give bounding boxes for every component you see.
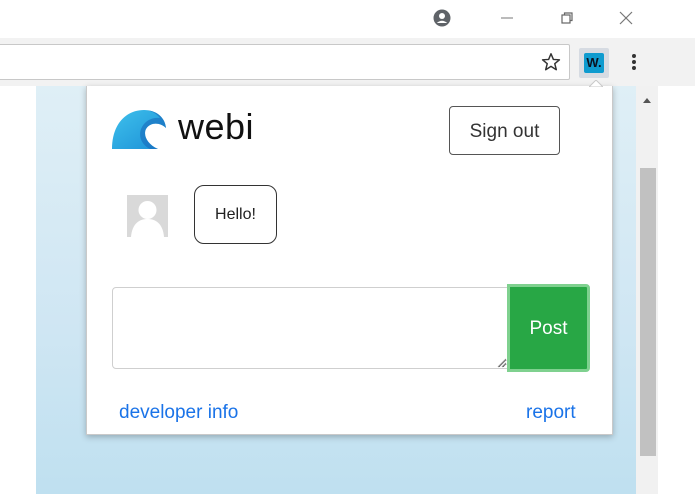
minimize-icon[interactable] [492,5,522,31]
brand-name: webi [178,106,255,147]
window-titlebar [0,0,695,38]
post-button[interactable]: Post [507,284,590,372]
window-edge [658,86,695,494]
close-icon[interactable] [611,5,641,31]
webi-extension-icon[interactable]: W. [584,53,604,73]
scroll-up-arrow-icon[interactable] [641,92,653,103]
wave-icon [110,104,168,150]
popup-caret [587,79,605,94]
message-input[interactable] [112,287,508,369]
resize-grip-icon[interactable] [496,355,507,368]
scrollbar-thumb[interactable] [640,168,656,456]
vertical-dots-icon[interactable] [627,51,641,73]
developer-info-link[interactable]: developer info [119,401,238,425]
restore-icon[interactable] [552,5,582,31]
sign-out-button[interactable]: Sign out [449,106,560,155]
address-bar[interactable] [0,44,570,80]
account-circle-icon[interactable] [427,5,457,31]
chat-message-bubble: Hello! [194,185,277,244]
default-avatar-icon [127,195,168,237]
report-link[interactable]: report [526,401,576,425]
star-outline-icon[interactable] [540,51,562,73]
